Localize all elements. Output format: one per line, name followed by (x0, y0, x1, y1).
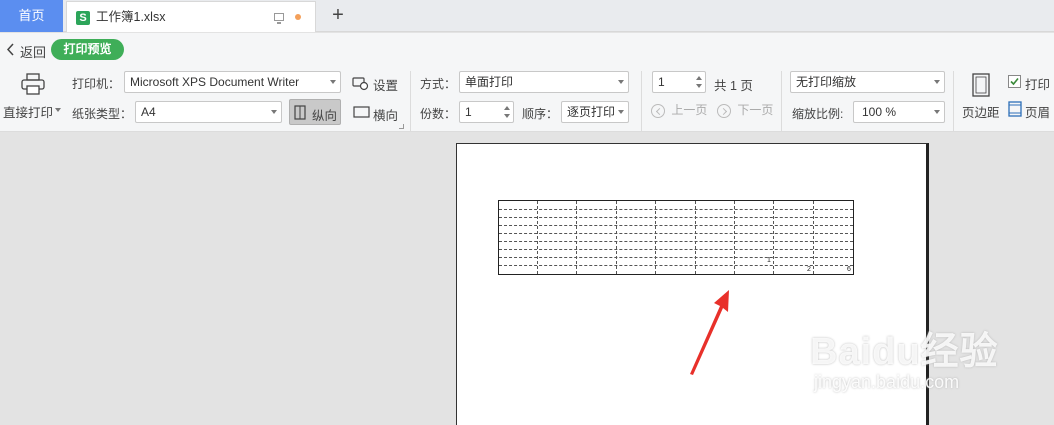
expand-corner-icon[interactable] (399, 124, 404, 129)
chevron-down-icon (271, 110, 277, 114)
watermark-text: Baidu经验 (810, 331, 999, 373)
separator (781, 71, 782, 131)
portrait-label: 纵向 (312, 109, 338, 123)
tab-file-label: 工作簿1.xlsx (96, 10, 166, 24)
paper-type-value: A4 (141, 105, 156, 119)
grid-row-line (499, 265, 853, 266)
grid-column-line (773, 201, 774, 274)
copies-stepper[interactable]: 1 (459, 101, 514, 123)
prev-page-button[interactable]: 上一页 (651, 101, 707, 121)
print-mode-value: 单面打印 (465, 75, 514, 89)
scale-select[interactable]: 无打印缩放 (790, 71, 945, 93)
back-label: 返回 (20, 45, 47, 60)
grid-column-line (655, 201, 656, 274)
print-preview-badge: 打印预览 (51, 39, 124, 60)
margins-button[interactable]: 页边距 (960, 71, 1002, 123)
cell-value: 6 (847, 266, 851, 273)
separator (410, 71, 411, 131)
next-circle-icon (717, 103, 731, 118)
monitor-icon[interactable] (274, 13, 284, 24)
tab-file[interactable]: S 工作簿1.xlsx (66, 1, 316, 32)
checkbox-checked-icon (1008, 75, 1021, 88)
page-total: 共 1 页 (714, 79, 753, 93)
paper-type-select[interactable]: A4 (135, 101, 282, 123)
grid-column-line (616, 201, 617, 274)
tab-bar: 首页 S 工作簿1.xlsx + (0, 0, 1054, 32)
printer-label: 打印机： (72, 77, 121, 91)
cell-value: 1 (767, 257, 771, 264)
order-label: 顺序： (522, 107, 559, 121)
chevron-left-icon (6, 43, 14, 56)
grid-column-line (537, 201, 538, 274)
zoom-select[interactable]: 100 % (853, 101, 945, 123)
printer-select[interactable]: Microsoft XPS Document Writer (124, 71, 341, 93)
grid-row-line (499, 249, 853, 250)
landscape-page-icon (353, 106, 370, 118)
page-number-stepper[interactable]: 1 (652, 71, 706, 93)
dropdown-caret-icon (55, 108, 61, 112)
chevron-down-icon (618, 80, 624, 84)
direct-print-label: 直接打印 (3, 106, 54, 120)
copies-label: 份数： (420, 107, 457, 121)
prev-page-label: 上一页 (671, 103, 708, 117)
grid-column-line (695, 201, 696, 274)
direct-print-button[interactable]: 直接打印 (2, 71, 62, 121)
printer-settings-icon (352, 77, 369, 91)
portrait-page-icon (294, 105, 306, 120)
grid-column-line (576, 201, 577, 274)
printer-icon (21, 73, 45, 95)
copies-value: 1 (465, 105, 472, 119)
baidu-watermark: Baidu经验 jingyan.baidu.com (810, 312, 1010, 407)
spreadsheet-icon: S (76, 11, 90, 25)
grid-row-line (499, 225, 853, 226)
stepper-down-icon[interactable] (696, 84, 702, 88)
chevron-down-icon (934, 110, 940, 114)
preview-table: 1 2 6 (498, 200, 854, 275)
prev-circle-icon (651, 103, 665, 118)
cell-value: 2 (807, 266, 811, 273)
next-page-button[interactable]: 下一页 (717, 101, 773, 121)
print-checkbox-label: 打印 (1025, 78, 1051, 92)
watermark-url: jingyan.baidu.com (814, 372, 960, 392)
print-toolbar: 返回 打印预览 直接打印 打印机： Microsoft XPS Document… (0, 33, 1054, 132)
portrait-button[interactable]: 纵向 (289, 99, 341, 125)
grid-row-line (499, 233, 853, 234)
chevron-down-icon (330, 80, 336, 84)
zoom-value: 100 % (862, 105, 897, 119)
margins-label: 页边距 (962, 106, 1000, 120)
print-order-select[interactable]: 逐页打印 (561, 101, 629, 123)
landscape-button[interactable]: 横向 (351, 101, 403, 125)
paper-type-label: 纸张类型： (72, 107, 133, 121)
chevron-down-icon (618, 110, 624, 114)
stepper-down-icon[interactable] (504, 114, 510, 118)
scale-value: 无打印缩放 (796, 75, 857, 89)
grid-row-line (499, 209, 853, 210)
stepper-up-icon[interactable] (504, 106, 510, 110)
header-footer-icon (1008, 101, 1022, 117)
red-arrow-annotation (690, 290, 729, 375)
printer-value: Microsoft XPS Document Writer (130, 75, 300, 89)
tab-home[interactable]: 首页 (0, 0, 63, 32)
separator (641, 71, 642, 131)
grid-row-line (499, 257, 853, 258)
header-footer-label: 页眉 (1025, 106, 1051, 120)
settings-label: 设置 (373, 79, 399, 93)
print-mode-select[interactable]: 单面打印 (459, 71, 629, 93)
add-tab-button[interactable]: + (326, 3, 350, 29)
separator (953, 71, 954, 131)
grid-column-line (813, 201, 814, 274)
print-mode-label: 方式： (420, 77, 457, 91)
page-margins-icon (972, 73, 990, 97)
zoom-label: 缩放比例: (792, 107, 844, 121)
chevron-down-icon (934, 80, 940, 84)
print-order-value: 逐页打印 (567, 105, 616, 119)
grid-row-line (499, 241, 853, 242)
unsaved-dot-icon (295, 14, 301, 20)
page-number-value: 1 (658, 75, 665, 89)
stepper-up-icon[interactable] (696, 76, 702, 80)
landscape-label: 横向 (373, 109, 399, 123)
next-page-label: 下一页 (737, 103, 774, 117)
grid-row-line (499, 217, 853, 218)
grid-column-line (734, 201, 735, 274)
